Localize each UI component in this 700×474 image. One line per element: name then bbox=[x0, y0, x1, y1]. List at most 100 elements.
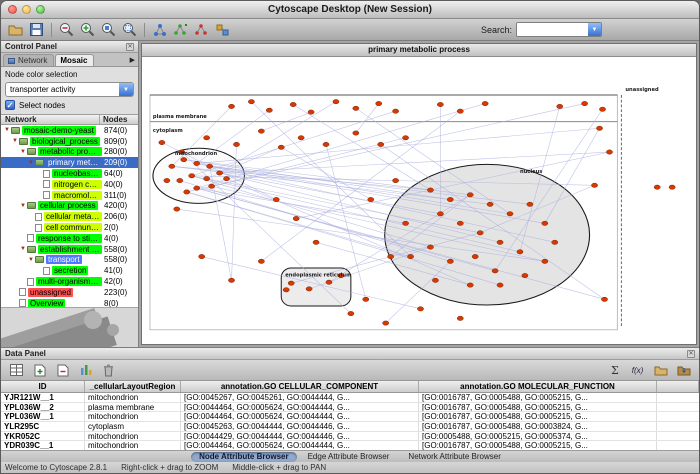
tree-row[interactable]: ▼metabolic process280(0) bbox=[1, 147, 138, 158]
expander-icon[interactable]: ▼ bbox=[3, 127, 11, 133]
tree-row[interactable]: unassigned223(0) bbox=[1, 287, 138, 298]
node-color-dropdown[interactable]: transporter activity ▼ bbox=[5, 82, 134, 97]
network-overview-icon[interactable] bbox=[150, 21, 169, 39]
expander-icon[interactable]: ▼ bbox=[19, 246, 27, 252]
tree-row[interactable]: secretion41(0) bbox=[1, 265, 138, 276]
tree-row[interactable]: Overview8(0) bbox=[1, 298, 138, 307]
tree-row[interactable]: ▼establishment of lo...558(0) bbox=[1, 244, 138, 255]
minimize-button[interactable] bbox=[22, 5, 31, 14]
vizmapper-icon[interactable] bbox=[213, 21, 232, 39]
data-panel-titlebar: Data Panel ✕ bbox=[1, 348, 699, 360]
expander-icon[interactable]: ▼ bbox=[27, 160, 35, 166]
tree-row[interactable]: cell communica...2(0) bbox=[1, 222, 138, 233]
tree-row-label: establishment of lo... bbox=[38, 245, 102, 254]
network-canvas[interactable]: plasma membranecytoplasmmitochondrionnuc… bbox=[142, 57, 696, 344]
table-cell: [GO:0044429, GO:0044444, GO:0044446, G..… bbox=[181, 432, 419, 441]
zoom-fit-icon[interactable] bbox=[120, 21, 139, 39]
network-view-title[interactable]: primary metabolic process bbox=[142, 44, 696, 57]
expander-icon[interactable]: ▼ bbox=[11, 138, 19, 144]
save-session-icon[interactable] bbox=[27, 21, 46, 39]
table-row[interactable]: YDR039C__1mitochondrion[GO:0044464, GO:0… bbox=[1, 441, 699, 450]
delete-attribute-icon[interactable] bbox=[53, 361, 72, 379]
column-header[interactable]: annotation.GO MOLECULAR_FUNCTION bbox=[419, 381, 657, 392]
tree-header-network[interactable]: Network bbox=[1, 115, 100, 124]
expander-icon[interactable]: ▼ bbox=[19, 149, 27, 155]
float-panel-icon[interactable]: ✕ bbox=[126, 43, 134, 51]
tree-row-nodes-count: 874(0) bbox=[102, 126, 138, 135]
network-canvas-svg[interactable]: plasma membranecytoplasmmitochondrionnuc… bbox=[142, 57, 696, 344]
collapse-panel-icon[interactable]: ▶ bbox=[130, 56, 135, 64]
table-row[interactable]: YLR295Ccytoplasm[GO:0045263, GO:0044444,… bbox=[1, 422, 699, 432]
data-panel-toolbar: Σ f(x) bbox=[1, 360, 699, 381]
window-titlebar[interactable]: Cytoscape Desktop (New Session) bbox=[1, 1, 699, 19]
table-cell: YPL036W__1 bbox=[1, 412, 85, 421]
dropdown-arrow-icon: ▼ bbox=[119, 83, 133, 96]
equation-icon[interactable]: Σ bbox=[605, 361, 624, 379]
zoom-out-icon[interactable] bbox=[57, 21, 76, 39]
network-frame: primary metabolic process plasma membran… bbox=[141, 43, 697, 345]
search-dropdown-icon[interactable]: ▼ bbox=[588, 23, 601, 36]
search-input[interactable] bbox=[517, 23, 588, 36]
tree-row[interactable]: ▼primary metabo...209(0) bbox=[1, 157, 138, 168]
status-welcome: Welcome to Cytoscape 2.8.1 bbox=[5, 463, 107, 472]
close-button[interactable] bbox=[8, 5, 17, 14]
expander-icon[interactable]: ▼ bbox=[27, 257, 35, 263]
tab-node-attribute-browser[interactable]: Node Attribute Browser bbox=[191, 452, 297, 462]
tree-row[interactable]: nucleobase...64(0) bbox=[1, 168, 138, 179]
create-attribute-icon[interactable] bbox=[30, 361, 49, 379]
tree-row[interactable]: ▼mosaic-demo-yeast874(0) bbox=[1, 125, 138, 136]
zoom-selected-icon[interactable] bbox=[99, 21, 118, 39]
select-nodes-label: Select nodes bbox=[19, 101, 65, 110]
select-attributes-icon[interactable] bbox=[7, 361, 26, 379]
table-row[interactable]: YPL036W__2plasma membrane[GO:0044464, GO… bbox=[1, 403, 699, 413]
status-hint-zoom: Right-click + drag to ZOOM bbox=[121, 463, 218, 472]
tab-network[interactable]: Network bbox=[3, 54, 54, 66]
tree-row[interactable]: multi-organism pro...42(0) bbox=[1, 276, 138, 287]
column-header[interactable]: _cellularLayoutRegion bbox=[85, 381, 181, 392]
tab-mosaic-label: Mosaic bbox=[60, 56, 87, 65]
table-row[interactable]: YJR121W__1mitochondrion[GO:0045267, GO:0… bbox=[1, 393, 699, 403]
tab-mosaic[interactable]: Mosaic bbox=[55, 54, 94, 66]
page-icon bbox=[43, 267, 50, 275]
destroy-network-icon[interactable] bbox=[192, 21, 211, 39]
network-desktop: primary metabolic process plasma membran… bbox=[139, 41, 699, 347]
table-row[interactable]: YPL036W__1mitochondrion[GO:0044464, GO:0… bbox=[1, 412, 699, 422]
svg-text:endoplasmic reticulum: endoplasmic reticulum bbox=[285, 273, 351, 279]
tree-header: Network Nodes bbox=[1, 114, 138, 125]
tab-network-attribute-browser[interactable]: Network Attribute Browser bbox=[400, 452, 508, 462]
zoom-in-icon[interactable] bbox=[78, 21, 97, 39]
search-group: Search: ▼ bbox=[481, 22, 602, 37]
open-folder-icon[interactable] bbox=[651, 361, 670, 379]
select-nodes-checkbox[interactable]: ✓ bbox=[5, 100, 15, 110]
attribute-batch-editor-icon[interactable] bbox=[76, 361, 95, 379]
tree-row[interactable]: nitrogen compo...40(0) bbox=[1, 179, 138, 190]
folder-icon bbox=[35, 159, 44, 166]
function-builder-icon[interactable]: f(x) bbox=[628, 361, 647, 379]
float-panel-icon[interactable]: ✕ bbox=[687, 350, 695, 358]
tree-row[interactable]: ▼biological_process809(0) bbox=[1, 136, 138, 147]
trash-icon[interactable] bbox=[99, 361, 118, 379]
tree-row-label: macromolecule... bbox=[52, 191, 102, 200]
tree-row[interactable]: response to stimu...4(0) bbox=[1, 233, 138, 244]
create-network-icon[interactable] bbox=[171, 21, 190, 39]
tree-header-nodes[interactable]: Nodes bbox=[100, 115, 138, 124]
table-cell: [GO:0016787, GO:0005488, GO:0005215, G..… bbox=[419, 403, 657, 412]
tab-edge-attribute-browser[interactable]: Edge Attribute Browser bbox=[300, 452, 398, 462]
table-row[interactable]: YKR052Cmitochondrion[GO:0044429, GO:0044… bbox=[1, 432, 699, 442]
svg-text:cytoplasm: cytoplasm bbox=[153, 128, 183, 134]
tree-row[interactable]: ▼transport558(0) bbox=[1, 255, 138, 266]
tree-row[interactable]: macromolecule...311(0) bbox=[1, 190, 138, 201]
table-cell: [GO:0045263, GO:0044444, GO:0044446, G..… bbox=[181, 422, 419, 431]
expander-icon[interactable]: ▼ bbox=[19, 203, 27, 209]
column-header[interactable]: annotation.GO CELLULAR_COMPONENT bbox=[181, 381, 419, 392]
zoom-button[interactable] bbox=[36, 5, 45, 14]
tree-row-label: secretion bbox=[52, 266, 88, 275]
tree-row[interactable]: cellular metabo...206(0) bbox=[1, 211, 138, 222]
column-header[interactable]: ID bbox=[1, 381, 85, 392]
svg-text:Σ: Σ bbox=[611, 364, 619, 376]
import-table-icon[interactable] bbox=[674, 361, 693, 379]
tree-row[interactable]: ▼cellular process420(0) bbox=[1, 201, 138, 212]
status-hint-pan: Middle-click + drag to PAN bbox=[232, 463, 326, 472]
tree-row-label: cellular process bbox=[38, 201, 98, 210]
open-session-icon[interactable] bbox=[6, 21, 25, 39]
